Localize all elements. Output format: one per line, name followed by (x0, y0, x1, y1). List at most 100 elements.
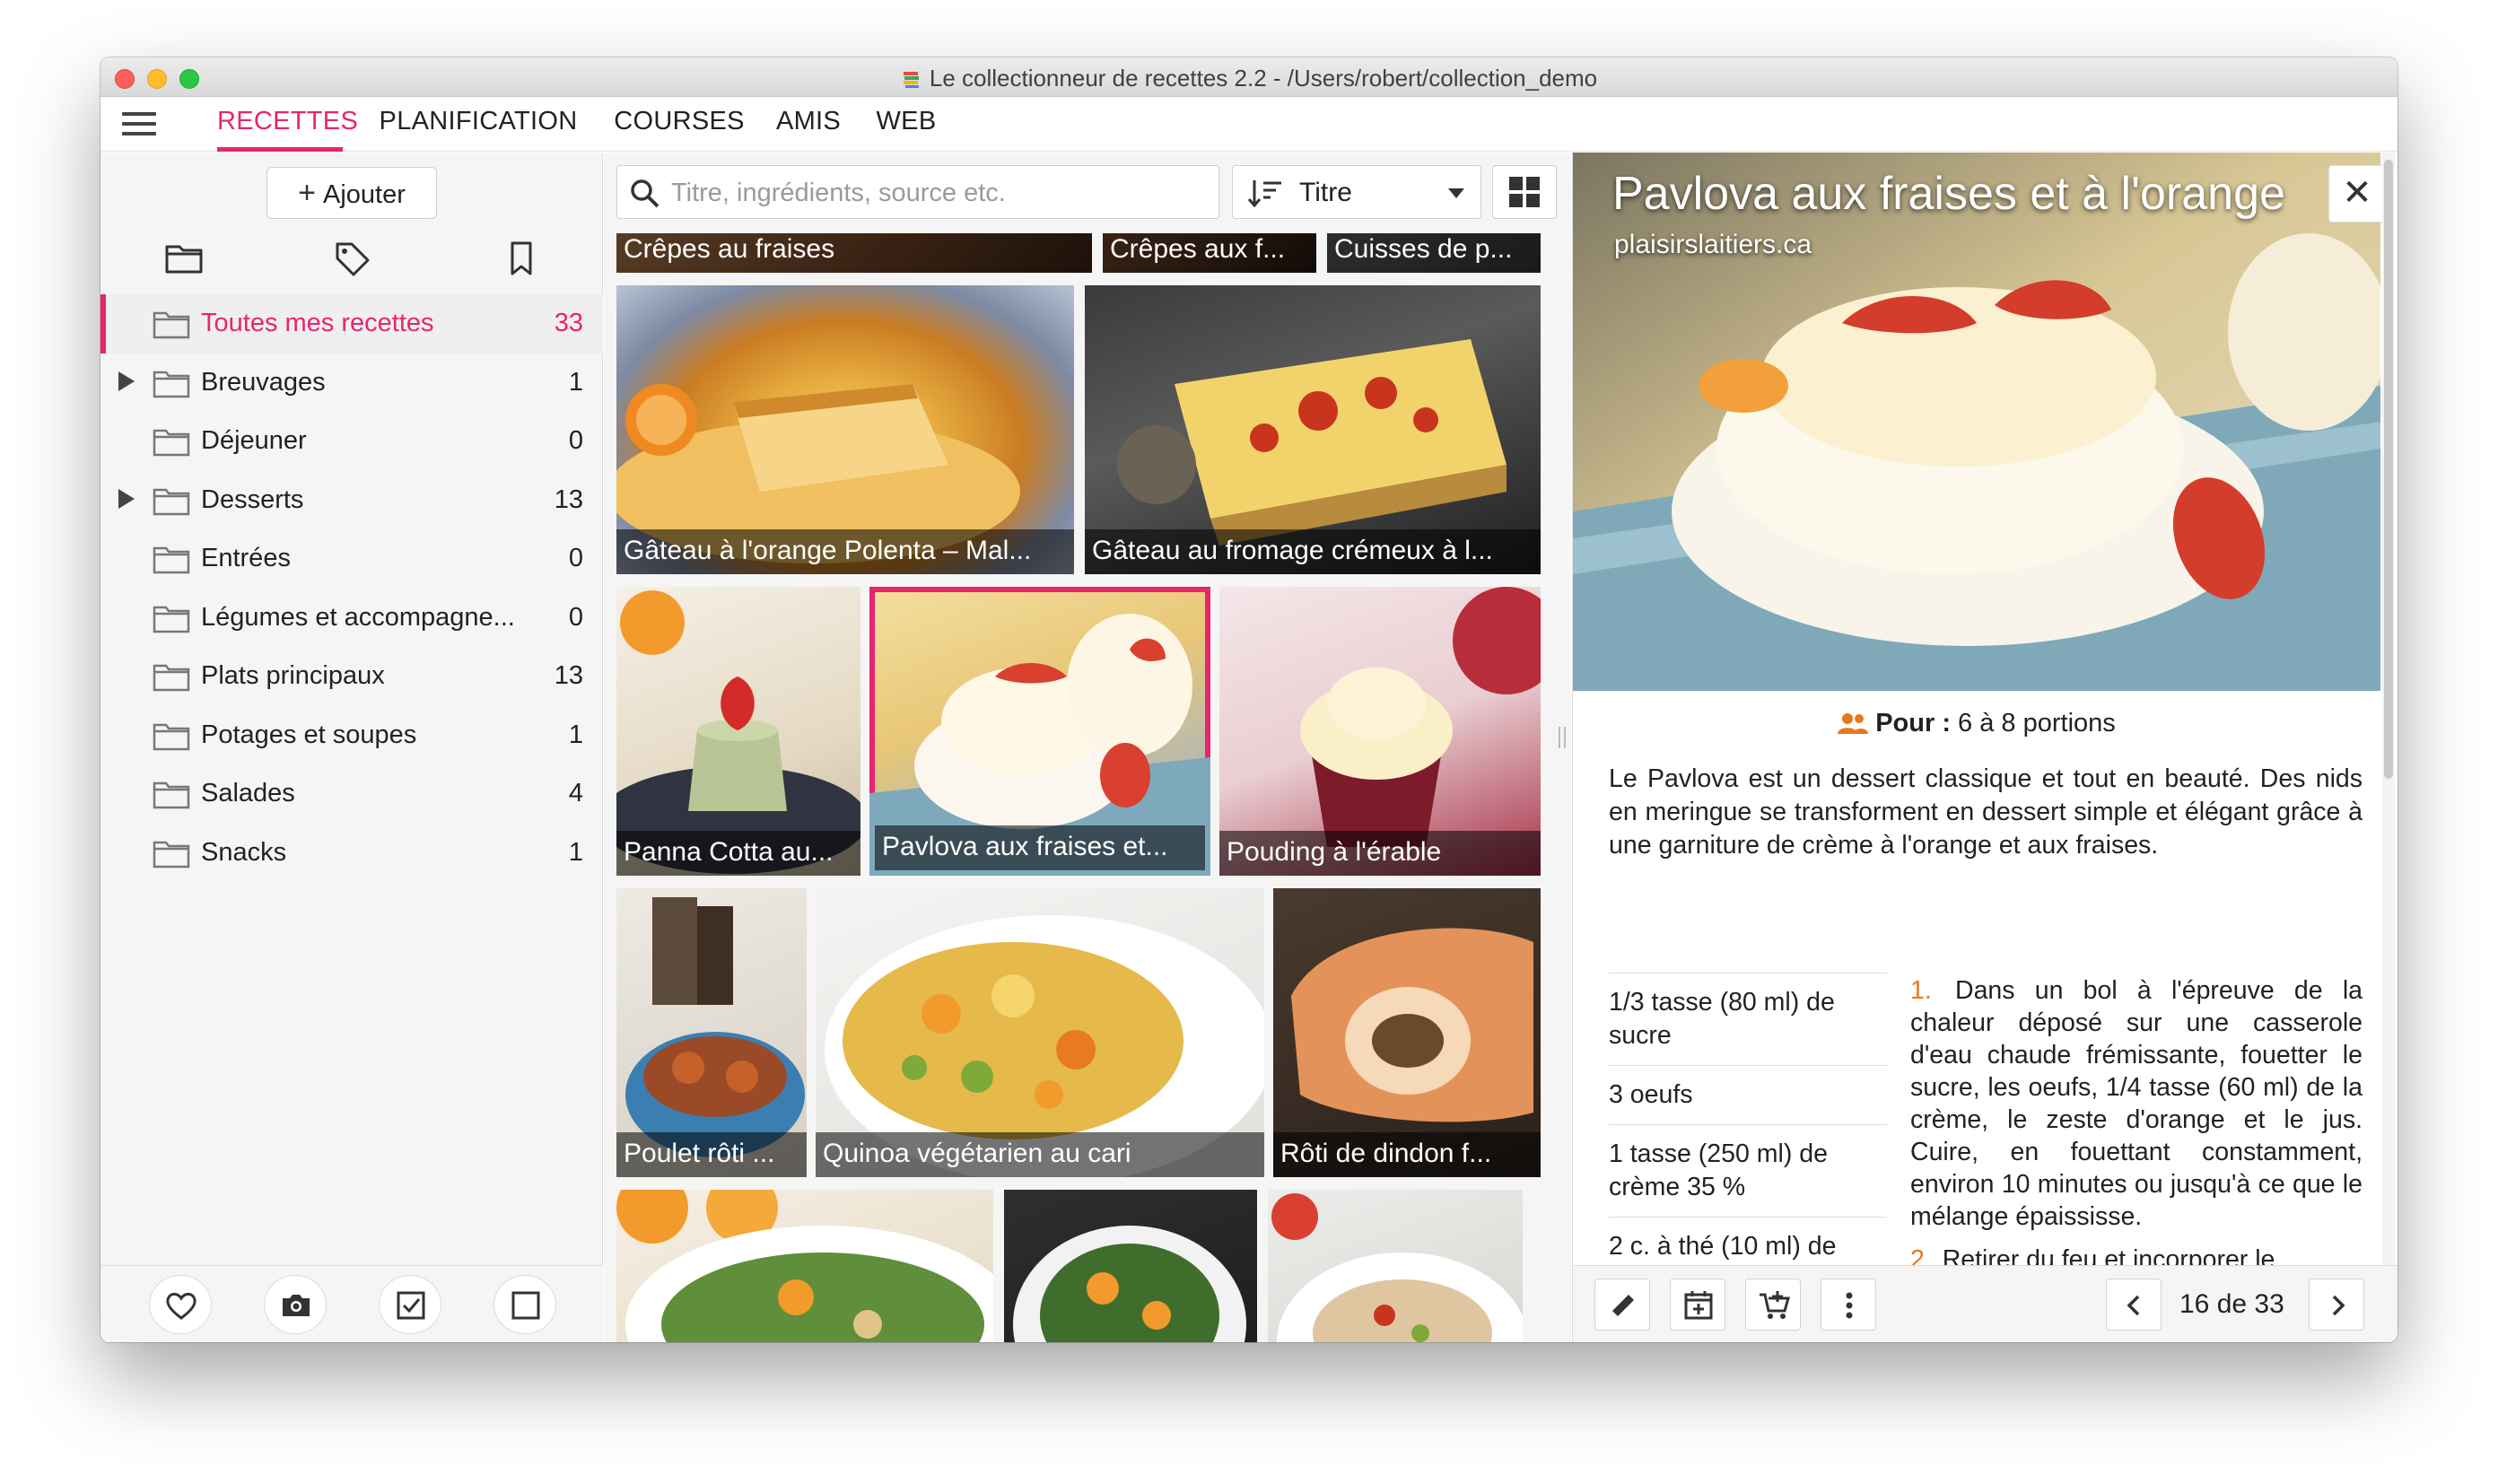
recipe-tile[interactable] (1004, 1190, 1257, 1342)
folder-icon (153, 371, 190, 397)
recipe-tile[interactable]: Gâteau à l'orange Polenta – Mal... (616, 285, 1074, 574)
previous-recipe-button[interactable] (2106, 1279, 2162, 1331)
recipe-tile-caption: Pouding à l'érable (1219, 831, 1541, 876)
recipe-source-link[interactable]: plaisirslaitiers.ca (1614, 230, 1812, 260)
folder-item-entrees[interactable]: Entrées 0 (100, 529, 603, 589)
folder-count: 1 (568, 367, 583, 397)
recipe-tile-caption: Rôti de dindon f... (1273, 1132, 1541, 1177)
tag-icon[interactable] (332, 239, 373, 278)
recipe-tile-caption: Quinoa végétarien au cari (816, 1132, 1264, 1177)
folder-item-snacks[interactable]: Snacks 1 (100, 824, 603, 883)
recipe-tile[interactable]: Crêpes au fraises (616, 233, 1092, 273)
detail-scrollbar[interactable] (2382, 153, 2395, 1265)
folder-label: Potages et soupes (201, 720, 417, 749)
folder-item-desserts[interactable]: Desserts 13 (100, 471, 603, 530)
salad-illustration (616, 1190, 993, 1342)
unchecked-filter-button[interactable] (493, 1275, 556, 1334)
add-to-planning-button[interactable] (1670, 1279, 1725, 1331)
checked-filter-button[interactable] (379, 1275, 441, 1334)
favorites-filter-button[interactable] (149, 1275, 212, 1334)
calendar-add-icon (1684, 1291, 1713, 1320)
expand-arrow-icon[interactable] (118, 371, 135, 391)
app-book-icon (903, 72, 919, 88)
instruction-step: 1. Dans un bol à l'épreuve de la chaleur… (1910, 974, 2363, 1233)
recipe-tile[interactable] (616, 1190, 993, 1342)
recipe-tile-caption: Crêpes aux f... (1103, 233, 1316, 273)
recipe-tile[interactable]: Crêpes aux f... (1103, 233, 1316, 273)
recipe-tile[interactable]: Quinoa végétarien au cari (816, 888, 1264, 1177)
expand-arrow-icon[interactable] (118, 488, 135, 509)
folder-icon (153, 311, 190, 339)
folder-item-salades[interactable]: Salades 4 (100, 764, 603, 824)
cart-add-icon (1760, 1291, 1790, 1319)
sort-icon (1247, 180, 1281, 208)
search-box (616, 165, 1219, 219)
recipe-tile-selected[interactable]: Pavlova aux fraises et... (869, 587, 1210, 876)
more-options-button[interactable] (1821, 1279, 1876, 1331)
recipe-tile[interactable] (1268, 1190, 1523, 1342)
folder-count: 33 (554, 309, 583, 337)
step-text: Dans un bol à l'épreuve de la chaleur dé… (1910, 976, 2363, 1231)
recipe-tile[interactable]: Panna Cotta au... (616, 587, 860, 876)
recipe-tile[interactable]: Rôti de dindon f... (1273, 888, 1541, 1177)
folder-count: 0 (568, 426, 583, 455)
recipe-tile-caption: Cuisses de p... (1327, 233, 1541, 273)
splitter-handle[interactable] (1559, 727, 1566, 748)
recipe-detail-pane: Pavlova aux fraises et à l'orange plaisi… (1572, 153, 2398, 1342)
grid-view-button[interactable] (1492, 165, 1557, 219)
folder-list: Toutes mes recettes 33 Breuvages 1 Déjeu… (100, 294, 603, 882)
folder-label: Légumes et accompagne... (201, 602, 515, 632)
folder-label: Salades (201, 779, 295, 807)
folder-label: Toutes mes recettes (201, 309, 434, 337)
tab-planification[interactable]: PLANIFICATION (366, 98, 590, 152)
detail-footer-toolbar: 16 de 33 (1573, 1265, 2398, 1342)
folder-item-potages[interactable]: Potages et soupes 1 (100, 706, 603, 765)
add-to-shopping-button[interactable] (1745, 1279, 1801, 1331)
folder-icon[interactable] (163, 239, 205, 278)
tab-courses[interactable]: COURSES (612, 98, 747, 152)
folder-label: Breuvages (201, 367, 326, 397)
recipe-description: Le Pavlova est un dessert classique et t… (1609, 764, 2363, 860)
next-recipe-button[interactable] (2309, 1279, 2364, 1331)
search-input[interactable] (671, 175, 1210, 211)
recipe-tile-caption: Pavlova aux fraises et... (875, 825, 1205, 870)
folder-item-legumes[interactable]: Légumes et accompagne... 0 (100, 589, 603, 648)
recipe-tile[interactable]: Gâteau au fromage crémeux à l... (1085, 285, 1541, 574)
pencil-icon (1611, 1295, 1634, 1318)
close-icon: ✕ (2342, 173, 2372, 213)
tab-web[interactable]: WEB (870, 98, 942, 152)
main-tab-bar: RECETTES PLANIFICATION COURSES AMIS WEB (100, 98, 2398, 152)
folder-icon (153, 664, 190, 692)
people-icon (1838, 713, 1869, 734)
checkbox-empty-icon (511, 1291, 540, 1320)
recipe-tile[interactable]: Cuisses de p... (1327, 233, 1541, 273)
sidebar-view-switcher (100, 233, 603, 284)
close-detail-button[interactable]: ✕ (2328, 165, 2386, 223)
recipe-grid-pane: Titre Crêpes au fraises Crêpes aux f... … (604, 153, 1571, 1342)
recipe-hero-image: Pavlova aux fraises et à l'orange plaisi… (1573, 153, 2380, 691)
folder-item-toutes-mes-recettes[interactable]: Toutes mes recettes 33 (100, 294, 603, 354)
add-recipe-button[interactable]: + Ajouter (266, 167, 437, 219)
tab-amis[interactable]: AMIS (768, 98, 849, 152)
photo-filter-button[interactable] (264, 1275, 327, 1334)
sidebar: + Ajouter Toutes mes recettes 33 Breuvag… (100, 153, 603, 1342)
ingredient-item: 1/3 tasse (80 ml) de sucre (1609, 973, 1887, 1065)
folder-item-dejeuner[interactable]: Déjeuner 0 (100, 412, 603, 471)
instruction-list: 1. Dans un bol à l'épreuve de la chaleur… (1910, 974, 2363, 1287)
folder-icon (153, 723, 190, 750)
sort-dropdown[interactable]: Titre (1232, 165, 1481, 219)
edit-recipe-button[interactable] (1594, 1279, 1650, 1331)
dish-illustration (1271, 1193, 1523, 1342)
tab-recettes[interactable]: RECETTES (217, 98, 358, 152)
folder-item-breuvages[interactable]: Breuvages 1 (100, 354, 603, 413)
step-number: 1. (1910, 976, 1932, 1005)
title-bar: Le collectionneur de recettes 2.2 - /Use… (100, 57, 2398, 97)
bookmark-icon[interactable] (501, 239, 542, 278)
kale-salad-illustration (1013, 1226, 1246, 1342)
scrollbar-thumb[interactable] (2384, 160, 2393, 779)
recipe-tile[interactable]: Poulet rôti ... (616, 888, 807, 1177)
menu-icon[interactable] (122, 112, 156, 137)
recipe-title: Pavlova aux fraises et à l'orange (1612, 168, 2285, 220)
recipe-tile[interactable]: Pouding à l'érable (1219, 587, 1541, 876)
folder-item-plats-principaux[interactable]: Plats principaux 13 (100, 647, 603, 706)
